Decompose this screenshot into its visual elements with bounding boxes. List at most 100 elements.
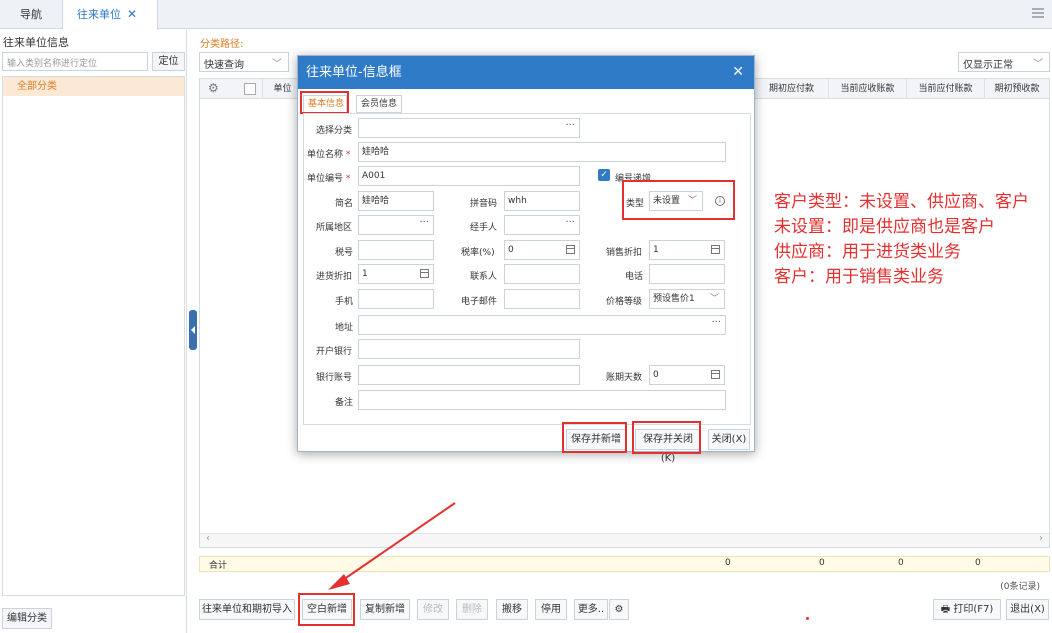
- region-input[interactable]: ···: [358, 215, 434, 235]
- menu-icon[interactable]: [1032, 8, 1044, 18]
- status-filter-select[interactable]: 仅显示正常 ﹀: [958, 52, 1050, 72]
- gear-icon[interactable]: ⚙: [208, 81, 219, 95]
- contact-input[interactable]: [504, 264, 580, 284]
- term-days-value: 0: [653, 370, 659, 380]
- chevron-down-icon: ﹀: [709, 294, 719, 304]
- more-icon[interactable]: ···: [565, 216, 575, 232]
- quick-search-value: 快速查询: [204, 60, 244, 71]
- field-label: 税率(%): [461, 248, 495, 258]
- phone-input[interactable]: [649, 264, 725, 284]
- purchase-discount-input[interactable]: 1: [358, 264, 434, 284]
- category-search-input[interactable]: 输入类别名称进行定位: [2, 52, 148, 71]
- category-path-label: 分类路径:: [200, 39, 244, 50]
- tab-navigation[interactable]: 导航: [0, 0, 62, 29]
- import-button[interactable]: 往来单位和期初导入: [199, 599, 295, 620]
- annotation-line: 客户：用于销售类业务: [774, 267, 944, 287]
- column-header[interactable]: 期初预收款: [984, 79, 1049, 99]
- bank-account-input[interactable]: [358, 365, 580, 385]
- basic-info-panel: 选择分类 ··· 单位名称 娃哈哈 单位编号 A001 ✓ 编号递增 简名 娃哈…: [303, 113, 751, 425]
- column-header[interactable]: 当前应收账款: [828, 79, 906, 99]
- email-input[interactable]: [504, 289, 580, 309]
- quick-search-select[interactable]: 快速查询 ﹀: [199, 52, 289, 72]
- print-button[interactable]: 🖶 打印(F7): [933, 599, 1001, 620]
- tax-number-input[interactable]: [358, 240, 434, 260]
- locate-button[interactable]: 定位: [152, 52, 185, 71]
- code-input[interactable]: A001: [358, 166, 580, 186]
- annotation-line: 客户类型：未设置、供应商、客户: [774, 192, 1029, 212]
- mobile-input[interactable]: [358, 289, 434, 309]
- highlight-box: [300, 91, 349, 114]
- close-button[interactable]: 关闭(X): [708, 429, 750, 450]
- field-label: 所属地区: [316, 223, 353, 233]
- price-level-select[interactable]: 预设售价1 ﹀: [649, 289, 725, 309]
- price-level-value: 预设售价1: [653, 294, 695, 304]
- close-icon[interactable]: ✕: [732, 56, 744, 89]
- short-name-input[interactable]: 娃哈哈: [358, 191, 434, 211]
- column-header[interactable]: 单位: [262, 79, 302, 99]
- field-label: 电话: [625, 272, 644, 282]
- chevron-down-icon: ﹀: [1033, 59, 1043, 70]
- tax-rate-input[interactable]: 0: [504, 240, 580, 260]
- totals-row: 合计 0 0 0 0: [199, 556, 1050, 572]
- field-label: 开户银行: [316, 347, 353, 357]
- more-icon[interactable]: ···: [419, 216, 429, 232]
- name-input[interactable]: 娃哈哈: [358, 142, 726, 162]
- calculator-icon[interactable]: [420, 269, 429, 278]
- remark-input[interactable]: [358, 390, 726, 410]
- chevron-left-icon[interactable]: ‹: [206, 533, 210, 544]
- highlight-box: [622, 180, 735, 220]
- field-label: 销售折扣: [606, 248, 643, 258]
- dialog-header: 往来单位-信息框 ✕: [298, 56, 754, 89]
- sale-discount-input[interactable]: 1: [649, 240, 725, 260]
- tree-item-all[interactable]: 全部分类: [3, 77, 184, 96]
- exit-button[interactable]: 退出(X): [1006, 599, 1049, 620]
- calculator-icon[interactable]: [711, 245, 720, 254]
- annotation-dot: [806, 617, 809, 620]
- sale-discount-value: 1: [653, 245, 659, 255]
- copy-new-button[interactable]: 复制新增: [360, 599, 410, 620]
- field-label: 单位编号: [307, 171, 350, 184]
- tab-contacts-label: 往来单位: [77, 8, 121, 21]
- delete-button[interactable]: 删除: [456, 599, 488, 620]
- chevron-right-icon[interactable]: ›: [1039, 533, 1043, 544]
- horizontal-scrollbar[interactable]: ‹ ›: [200, 533, 1049, 547]
- purchase-discount-value: 1: [362, 269, 368, 279]
- field-label: 选择分类: [316, 126, 353, 136]
- handler-input[interactable]: ···: [504, 215, 580, 235]
- edit-button[interactable]: 修改: [417, 599, 449, 620]
- collapse-handle[interactable]: [189, 310, 197, 350]
- field-label: 税号: [335, 248, 354, 258]
- tab-member-info[interactable]: 会员信息: [356, 95, 402, 113]
- term-days-input[interactable]: 0: [649, 365, 725, 385]
- category-input[interactable]: ···: [358, 118, 580, 138]
- annotation-text: 客户类型：未设置、供应商、客户 未设置：即是供应商也是客户 供应商：用于进货类业…: [774, 190, 1050, 290]
- close-icon[interactable]: ✕: [127, 7, 137, 21]
- select-all-checkbox[interactable]: [244, 83, 256, 95]
- calculator-icon[interactable]: [566, 245, 575, 254]
- bank-input[interactable]: [358, 339, 580, 359]
- pinyin-input[interactable]: whh: [504, 191, 580, 211]
- auto-code-checkbox[interactable]: ✓: [598, 169, 610, 181]
- totals-label: 合计: [209, 561, 228, 571]
- column-header[interactable]: 期初应付款: [754, 79, 828, 99]
- tab-contacts[interactable]: 往来单位 ✕: [62, 0, 158, 30]
- field-label: 拼音码: [470, 199, 498, 209]
- status-filter-value: 仅显示正常: [963, 60, 1013, 71]
- annotation-line: 未设置：即是供应商也是客户: [774, 217, 995, 237]
- address-input[interactable]: ···: [358, 315, 726, 335]
- calculator-icon[interactable]: [711, 370, 720, 379]
- field-label: 进货折扣: [316, 272, 353, 282]
- move-button[interactable]: 搬移: [496, 599, 528, 620]
- tab-bar: 导航 往来单位 ✕: [0, 0, 1052, 30]
- more-icon[interactable]: ···: [711, 316, 721, 332]
- field-label: 价格等级: [606, 297, 643, 307]
- disable-button[interactable]: 停用: [535, 599, 567, 620]
- field-label: 简名: [335, 199, 354, 209]
- edit-category-button[interactable]: 编辑分类: [2, 608, 52, 629]
- column-header[interactable]: 当前应付账款: [906, 79, 984, 99]
- more-button[interactable]: 更多..: [574, 599, 608, 620]
- highlight-box: [632, 421, 701, 454]
- gear-icon[interactable]: ⚙: [609, 599, 629, 620]
- left-panel-title: 往来单位信息: [3, 36, 69, 49]
- more-icon[interactable]: ···: [565, 119, 575, 135]
